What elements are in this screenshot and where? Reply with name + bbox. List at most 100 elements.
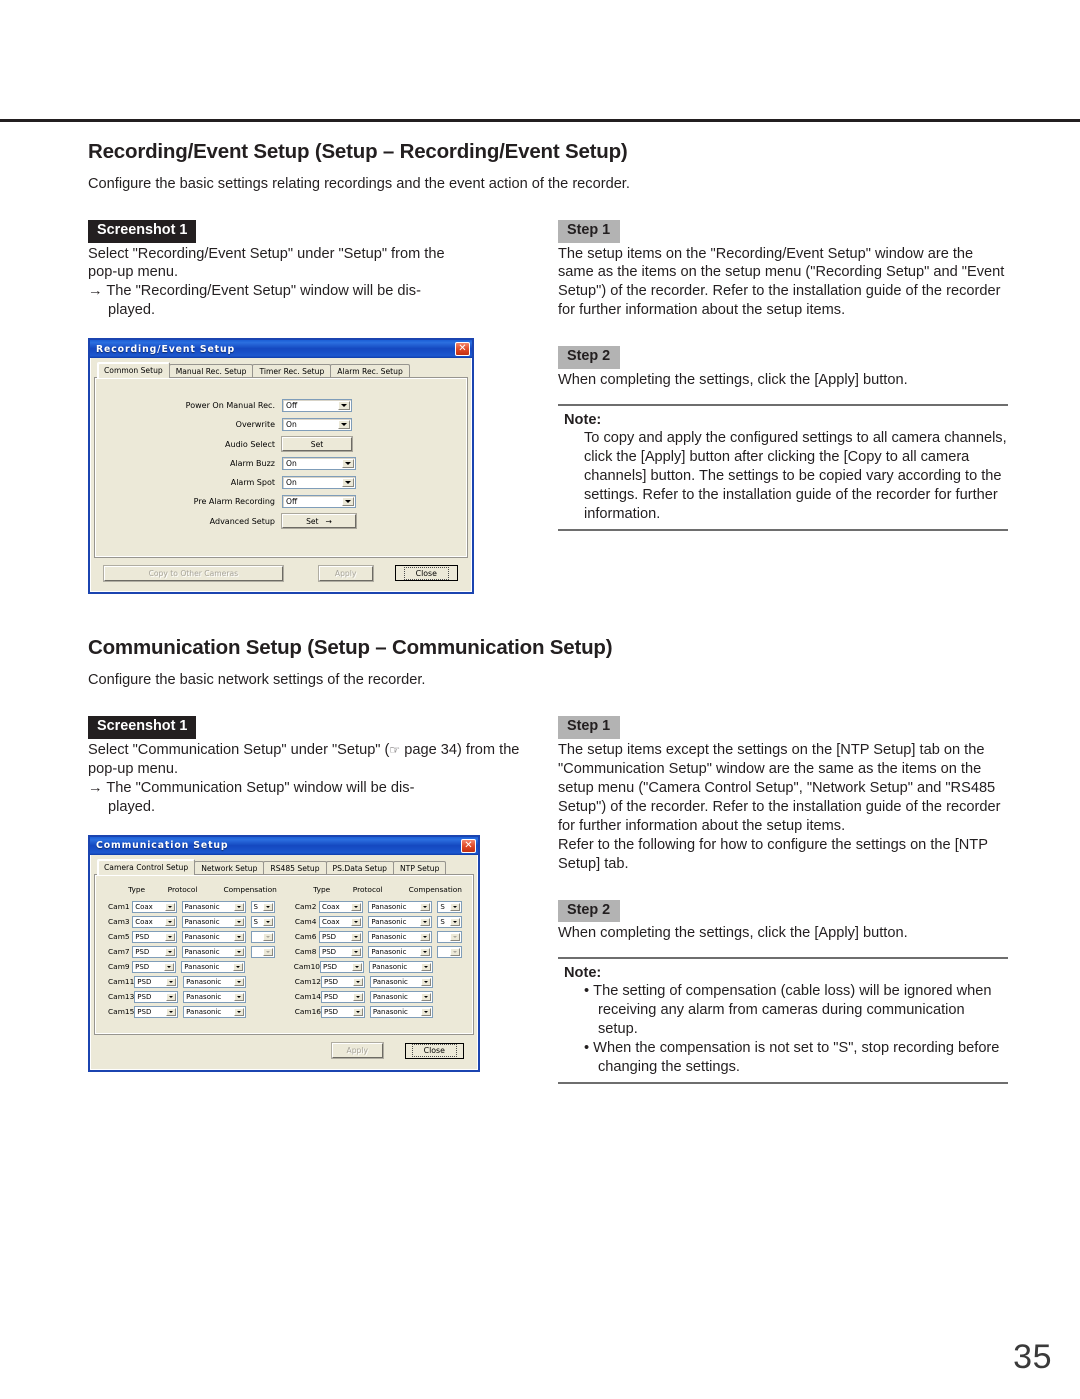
cam8-compensation-select[interactable] — [437, 945, 462, 958]
cam6-compensation-select[interactable] — [437, 930, 462, 943]
tab-common-setup[interactable]: Common Setup — [97, 362, 170, 379]
cam10-type-select[interactable]: PSD — [319, 960, 365, 973]
chevron-down-icon[interactable] — [421, 977, 432, 986]
alarm-spot-select[interactable]: On — [282, 476, 356, 490]
chevron-down-icon[interactable] — [338, 401, 350, 411]
cam5-type-select[interactable]: PSD — [132, 930, 177, 943]
tab-ntp-setup[interactable]: NTP Setup — [393, 860, 447, 875]
tab-ps-data-setup[interactable]: PS.Data Setup — [325, 860, 394, 875]
chevron-down-icon[interactable] — [420, 932, 431, 941]
cam15-type-select[interactable]: PSD — [134, 1005, 179, 1018]
cam6-type-select[interactable]: PSD — [319, 930, 364, 943]
advanced-setup-set-button[interactable]: Set → — [281, 513, 357, 530]
chevron-down-icon[interactable] — [342, 459, 354, 469]
cam2-compensation-select[interactable]: S — [437, 900, 462, 913]
chevron-down-icon[interactable] — [166, 992, 177, 1001]
chevron-down-icon[interactable] — [450, 947, 460, 956]
chevron-down-icon[interactable] — [233, 962, 244, 971]
chevron-down-icon[interactable] — [352, 962, 363, 971]
alarm-buzz-select[interactable]: On — [282, 457, 356, 471]
tab-network-setup[interactable]: Network Setup — [194, 860, 265, 875]
tab-rs485-setup[interactable]: RS485 Setup — [263, 860, 327, 875]
cam13-protocol-select[interactable]: Panasonic — [183, 990, 247, 1003]
chevron-down-icon[interactable] — [263, 917, 274, 926]
chevron-down-icon[interactable] — [450, 917, 460, 926]
close-button[interactable]: Close — [394, 565, 458, 582]
cam15-protocol-select[interactable]: Panasonic — [183, 1005, 247, 1018]
copy-to-other-cameras-button[interactable]: Copy to Other Cameras — [103, 564, 284, 582]
chevron-down-icon[interactable] — [166, 977, 177, 986]
power-on-manual-rec-select[interactable]: Off — [282, 399, 352, 413]
chevron-down-icon[interactable] — [351, 917, 362, 926]
cam1-protocol-select[interactable]: Panasonic — [181, 900, 246, 913]
chevron-down-icon[interactable] — [352, 977, 363, 986]
cam14-protocol-select[interactable]: Panasonic — [369, 990, 434, 1003]
chevron-down-icon[interactable] — [351, 932, 362, 941]
cam3-compensation-select[interactable]: S — [250, 915, 276, 928]
cam12-protocol-select[interactable]: Panasonic — [369, 975, 434, 988]
chevron-down-icon[interactable] — [351, 947, 362, 956]
cam7-protocol-select[interactable]: Panasonic — [181, 945, 246, 958]
chevron-down-icon[interactable] — [164, 902, 175, 911]
cam5-compensation-select[interactable] — [250, 930, 276, 943]
chevron-down-icon[interactable] — [338, 420, 350, 430]
pre-alarm-recording-select[interactable]: Off — [282, 495, 356, 509]
chevron-down-icon[interactable] — [234, 992, 245, 1001]
cam7-compensation-select[interactable] — [250, 945, 276, 958]
chevron-down-icon[interactable] — [234, 1007, 245, 1016]
cam14-type-select[interactable]: PSD — [321, 990, 365, 1003]
cam1-compensation-select[interactable]: S — [250, 900, 276, 913]
tab-timer-rec-setup[interactable]: Timer Rec. Setup — [252, 364, 332, 379]
cam4-protocol-select[interactable]: Panasonic — [368, 915, 433, 928]
cam10-protocol-select[interactable]: Panasonic — [369, 960, 433, 973]
chevron-down-icon[interactable] — [342, 478, 354, 488]
chevron-down-icon[interactable] — [420, 917, 431, 926]
apply-button-2[interactable]: Apply — [331, 1042, 384, 1060]
chevron-down-icon[interactable] — [164, 962, 175, 971]
chevron-down-icon[interactable] — [421, 992, 432, 1001]
audio-select-set-button[interactable]: Set — [281, 436, 353, 453]
overwrite-select[interactable]: On — [282, 418, 352, 432]
chevron-down-icon[interactable] — [352, 1007, 363, 1016]
cam6-protocol-select[interactable]: Panasonic — [368, 930, 433, 943]
cam2-protocol-select[interactable]: Panasonic — [368, 900, 433, 913]
chevron-down-icon[interactable] — [164, 947, 175, 956]
chevron-down-icon[interactable] — [351, 902, 362, 911]
chevron-down-icon[interactable] — [164, 932, 175, 941]
chevron-down-icon[interactable] — [421, 1007, 432, 1016]
close-icon[interactable]: ✕ — [461, 838, 476, 853]
apply-button[interactable]: Apply — [317, 564, 374, 582]
chevron-down-icon[interactable] — [450, 902, 460, 911]
tab-alarm-rec-setup[interactable]: Alarm Rec. Setup — [330, 364, 410, 379]
cam8-protocol-select[interactable]: Panasonic — [368, 945, 433, 958]
chevron-down-icon[interactable] — [164, 917, 175, 926]
cam7-type-select[interactable]: PSD — [132, 945, 177, 958]
chevron-down-icon[interactable] — [233, 902, 244, 911]
chevron-down-icon[interactable] — [342, 497, 354, 507]
chevron-down-icon[interactable] — [450, 932, 460, 941]
cam11-type-select[interactable]: PSD — [134, 975, 179, 988]
cam1-type-select[interactable]: Coax — [132, 900, 177, 913]
close-icon[interactable]: ✕ — [455, 342, 470, 357]
chevron-down-icon[interactable] — [420, 962, 431, 971]
cam5-protocol-select[interactable]: Panasonic — [181, 930, 246, 943]
chevron-down-icon[interactable] — [263, 947, 274, 956]
chevron-down-icon[interactable] — [166, 1007, 177, 1016]
tab-camera-control-setup[interactable]: Camera Control Setup — [97, 858, 196, 875]
cam16-type-select[interactable]: PSD — [321, 1005, 365, 1018]
chevron-down-icon[interactable] — [263, 932, 274, 941]
chevron-down-icon[interactable] — [233, 947, 244, 956]
cam4-type-select[interactable]: Coax — [319, 915, 364, 928]
cam16-protocol-select[interactable]: Panasonic — [369, 1005, 434, 1018]
chevron-down-icon[interactable] — [233, 932, 244, 941]
close-button-2[interactable]: Close — [404, 1042, 464, 1059]
cam13-type-select[interactable]: PSD — [134, 990, 179, 1003]
cam3-protocol-select[interactable]: Panasonic — [181, 915, 246, 928]
cam9-protocol-select[interactable]: Panasonic — [181, 960, 246, 973]
chevron-down-icon[interactable] — [233, 917, 244, 926]
cam9-type-select[interactable]: PSD — [132, 960, 177, 973]
cam4-compensation-select[interactable]: S — [437, 915, 462, 928]
chevron-down-icon[interactable] — [352, 992, 363, 1001]
chevron-down-icon[interactable] — [263, 902, 274, 911]
chevron-down-icon[interactable] — [420, 902, 431, 911]
